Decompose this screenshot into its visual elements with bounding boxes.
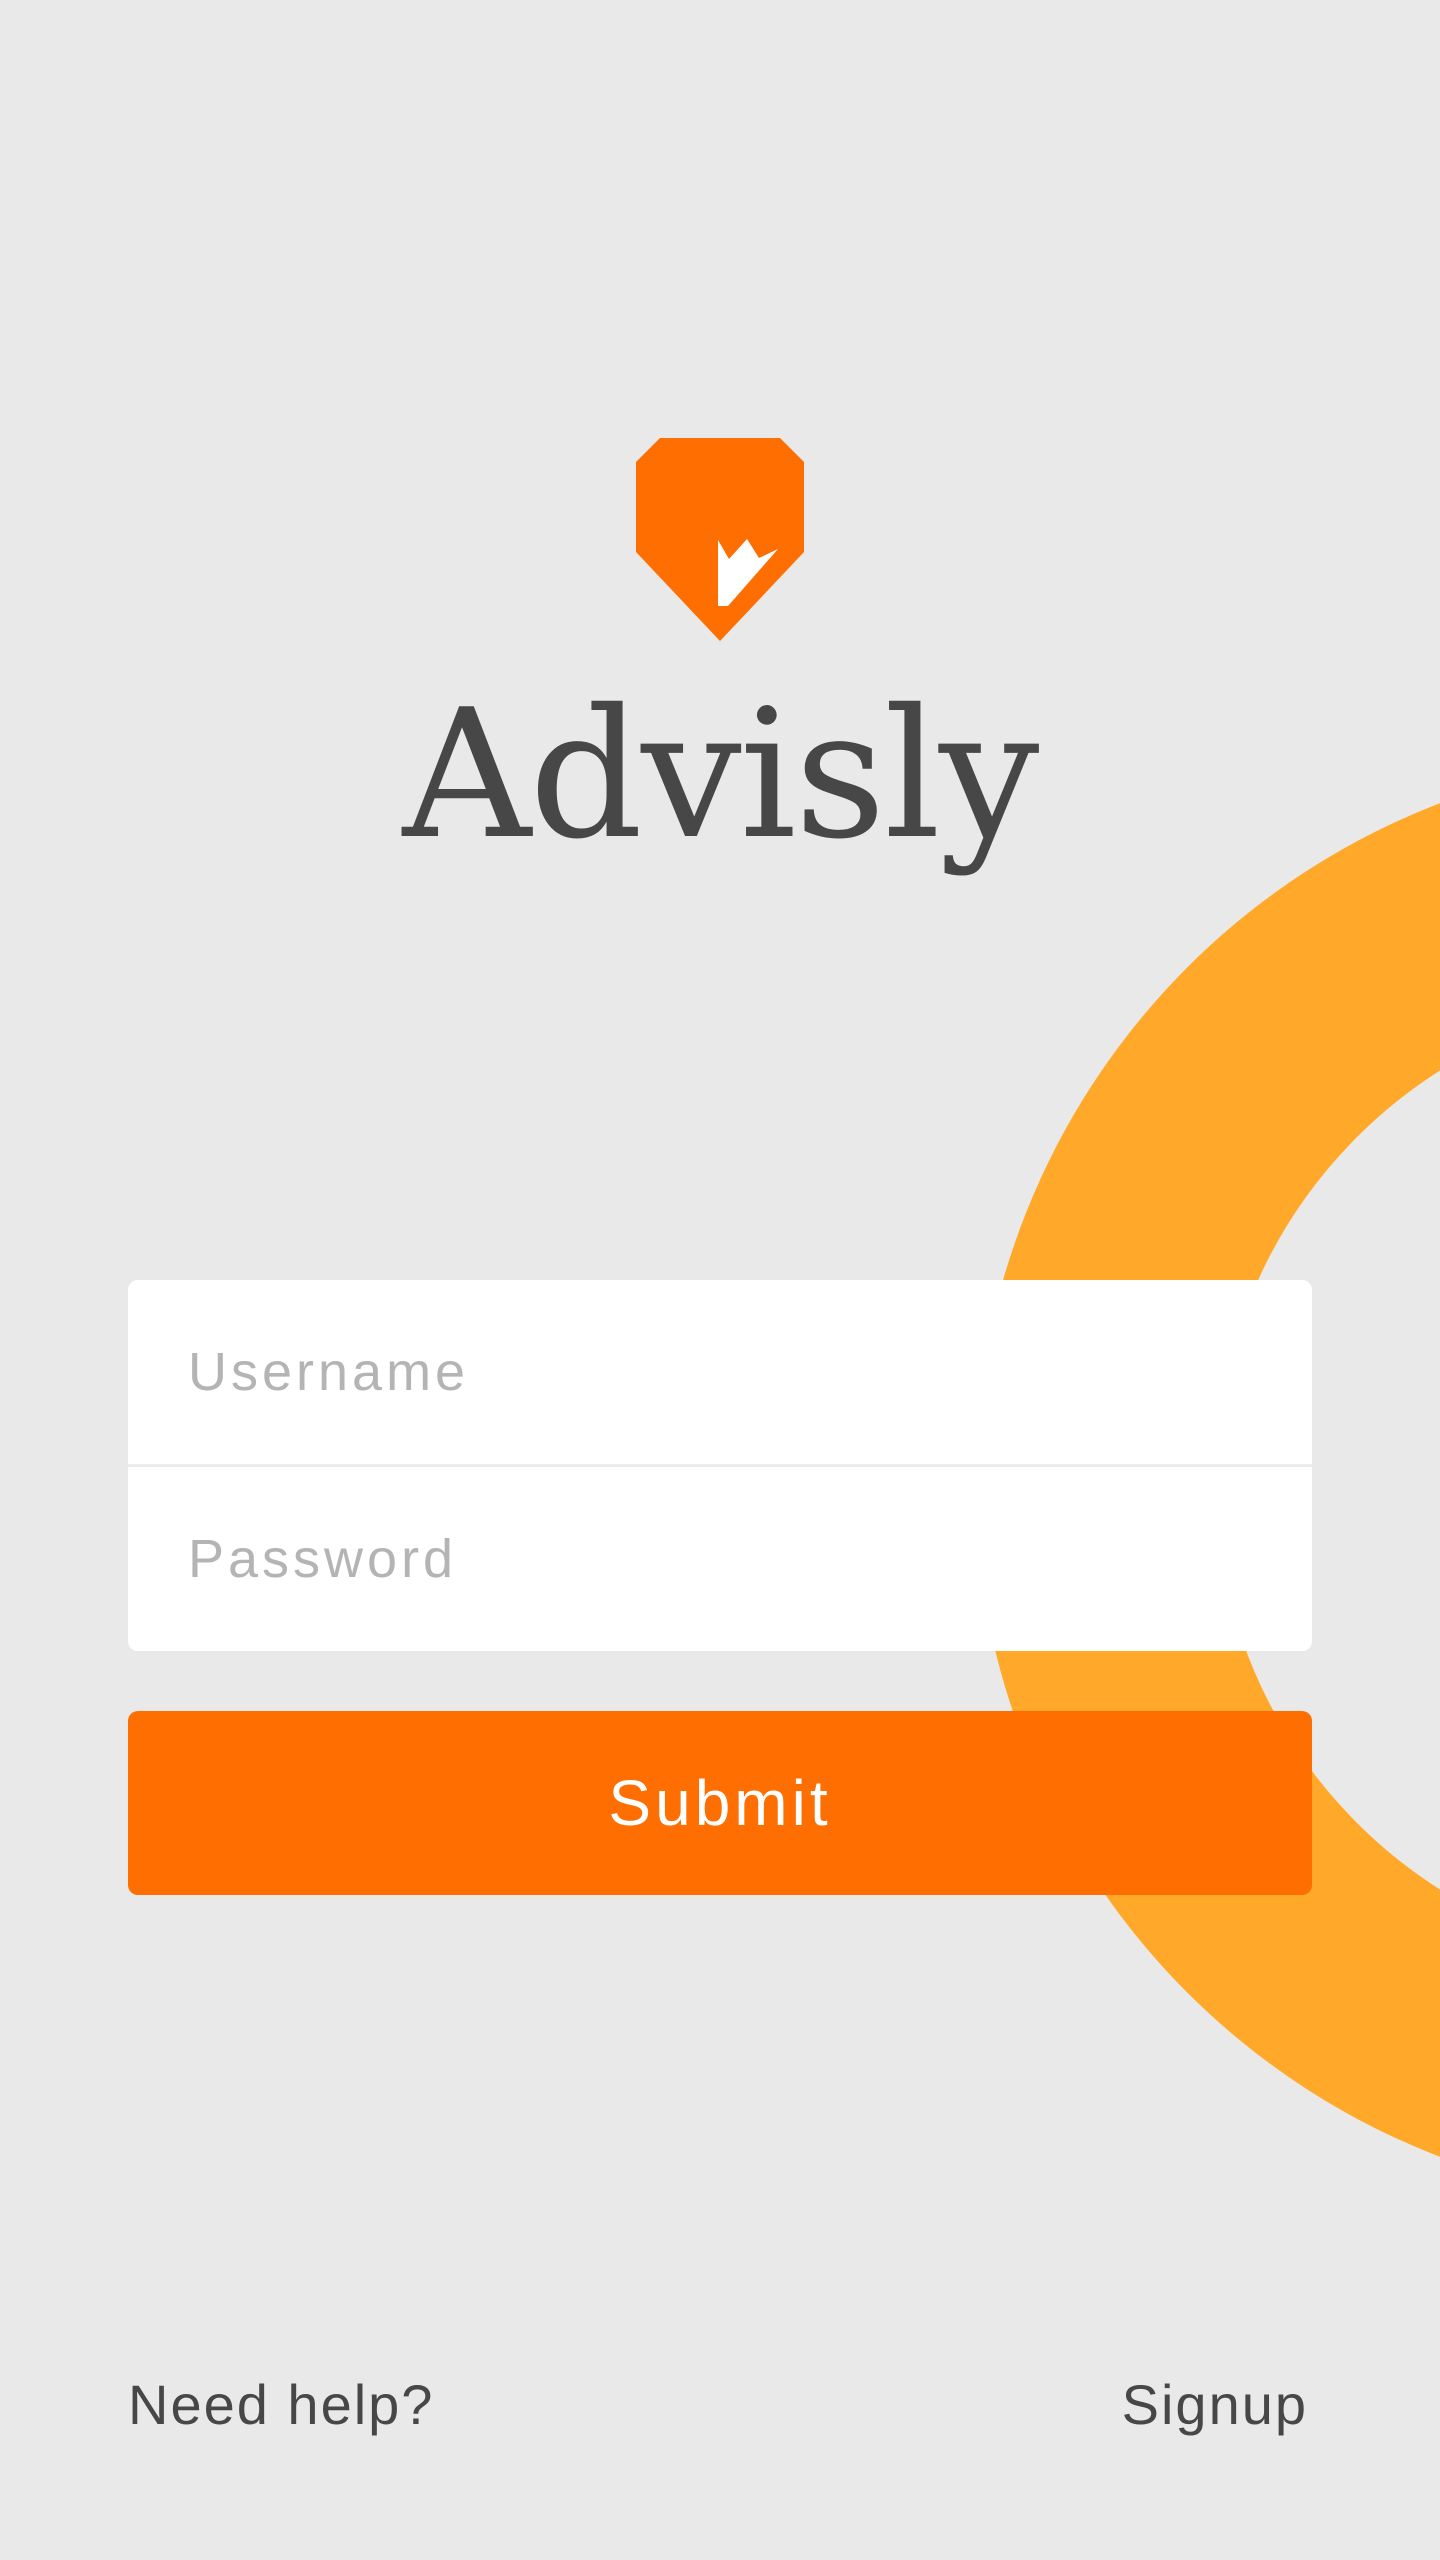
password-field[interactable]: [128, 1467, 1312, 1651]
username-field[interactable]: [128, 1280, 1312, 1464]
signup-link[interactable]: Signup: [1122, 2370, 1308, 2440]
need-help-link[interactable]: Need help?: [128, 2370, 434, 2440]
shield-crown-icon: [636, 438, 804, 641]
submit-button[interactable]: Submit: [128, 1711, 1312, 1895]
credentials-card: [128, 1280, 1312, 1651]
app-wordmark: Advisly: [402, 671, 1040, 878]
login-form: Submit: [128, 1280, 1312, 1895]
